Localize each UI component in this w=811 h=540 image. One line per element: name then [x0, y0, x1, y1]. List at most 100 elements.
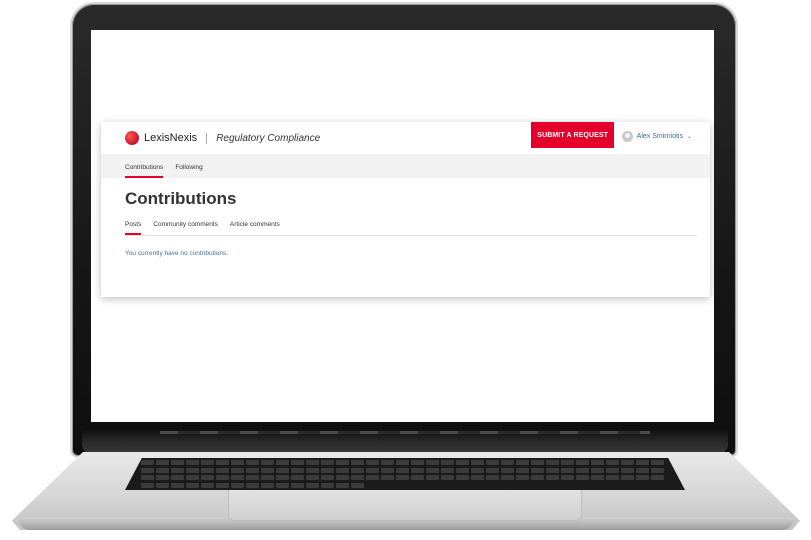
keyboard-key	[186, 467, 199, 473]
keyboard-key	[576, 460, 589, 466]
keyboard-key	[621, 467, 634, 473]
main-content: Contributions Posts Community comments A…	[101, 178, 710, 257]
keyboard-key	[156, 467, 169, 473]
tab-community-comments[interactable]: Community comments	[153, 221, 218, 235]
keyboard-key	[261, 482, 274, 488]
keyboard-key	[471, 460, 484, 466]
keyboard-key	[456, 467, 469, 473]
keyboard-key	[321, 467, 334, 473]
keyboard-key	[306, 475, 319, 481]
keyboard-key	[441, 475, 454, 481]
keyboard-key	[651, 467, 664, 473]
keyboard-key	[576, 475, 589, 481]
keyboard-key	[456, 475, 469, 481]
keyboard-key	[366, 475, 379, 481]
keyboard-key	[531, 467, 544, 473]
keyboard-key	[291, 467, 304, 473]
web-page: LexisNexis Regulatory Compliance SUBMIT …	[101, 122, 710, 297]
keyboard-key	[201, 460, 214, 466]
keyboard-key	[336, 482, 349, 488]
user-name: Alex Smirniotis	[636, 133, 683, 140]
keyboard-key	[216, 460, 229, 466]
tab-article-comments[interactable]: Article comments	[230, 221, 280, 235]
subnav-item-following[interactable]: Following	[175, 164, 202, 178]
keyboard-key	[501, 475, 514, 481]
keyboard-key	[141, 482, 154, 488]
page-title: Contributions	[125, 189, 237, 208]
keyboard-key	[546, 460, 559, 466]
empty-state-message: You currently have no contributions.	[125, 250, 229, 257]
keyboard-key	[516, 475, 529, 481]
keyboard-key	[636, 460, 649, 466]
keyboard-key	[351, 475, 364, 481]
keyboard-key	[246, 482, 259, 488]
brand-logo[interactable]: LexisNexis Regulatory Compliance	[125, 131, 320, 145]
keyboard-key	[561, 467, 574, 473]
laptop-trackpad	[228, 490, 582, 521]
keyboard-key	[321, 475, 334, 481]
keyboard-key	[621, 460, 634, 466]
keyboard-key	[141, 475, 154, 481]
keyboard-key	[531, 475, 544, 481]
keyboard-key	[321, 482, 334, 488]
keyboard-key	[561, 475, 574, 481]
keyboard-key	[636, 475, 649, 481]
keyboard-key	[531, 460, 544, 466]
logo-divider	[206, 132, 208, 144]
site-header: LexisNexis Regulatory Compliance SUBMIT …	[101, 122, 710, 154]
keyboard-key	[141, 460, 154, 466]
keyboard-key	[621, 475, 634, 481]
keyboard-key	[306, 467, 319, 473]
keyboard-key	[651, 460, 664, 466]
keyboard-key	[636, 467, 649, 473]
avatar	[621, 131, 633, 142]
keyboard-key	[411, 475, 424, 481]
keyboard-key	[471, 467, 484, 473]
keyboard-key	[396, 460, 409, 466]
keyboard-key	[171, 467, 184, 473]
keyboard-key	[411, 467, 424, 473]
keyboard-key	[441, 467, 454, 473]
keyboard-key	[486, 460, 499, 466]
keyboard-key	[486, 475, 499, 481]
keyboard-key	[426, 475, 439, 481]
keyboard-key	[171, 460, 184, 466]
keyboard-key	[411, 460, 424, 466]
tab-posts[interactable]: Posts	[125, 221, 142, 235]
keyboard-key	[606, 475, 619, 481]
keyboard-key	[291, 482, 304, 488]
keyboard-key	[486, 467, 499, 473]
keyboard-key	[501, 460, 514, 466]
keyboard-key	[546, 467, 559, 473]
chevron-down-icon: ⌄	[686, 134, 692, 140]
keyboard-key	[606, 467, 619, 473]
keyboard-key	[156, 482, 169, 488]
keyboard-key	[606, 460, 619, 466]
keyboard-key	[291, 460, 304, 466]
keyboard-key	[321, 460, 334, 466]
keyboard-key	[426, 467, 439, 473]
keyboard-key	[561, 460, 574, 466]
user-menu[interactable]: Alex Smirniotis ⌄	[621, 131, 692, 142]
contribution-tabs: Posts Community comments Article comment…	[125, 221, 697, 236]
keyboard-key	[216, 467, 229, 473]
brand-name: LexisNexis	[144, 132, 198, 144]
lexisnexis-logo-icon	[125, 131, 139, 145]
keyboard-key	[381, 475, 394, 481]
keyboard-key	[261, 460, 274, 466]
product-name: Regulatory Compliance	[216, 132, 321, 144]
keyboard-key	[186, 475, 199, 481]
keyboard-key	[351, 467, 364, 473]
keyboard-key	[246, 467, 259, 473]
keyboard-key	[216, 475, 229, 481]
keyboard-key	[306, 460, 319, 466]
keyboard-key	[591, 460, 604, 466]
keyboard-key	[396, 467, 409, 473]
submit-request-button[interactable]: SUBMIT A REQUEST	[531, 122, 614, 148]
keyboard-key	[231, 475, 244, 481]
keyboard-key	[516, 460, 529, 466]
subnav-item-contributions[interactable]: Contributions	[125, 164, 164, 178]
keyboard-key	[651, 475, 664, 481]
keyboard-key	[156, 460, 169, 466]
keyboard-key	[351, 482, 364, 488]
